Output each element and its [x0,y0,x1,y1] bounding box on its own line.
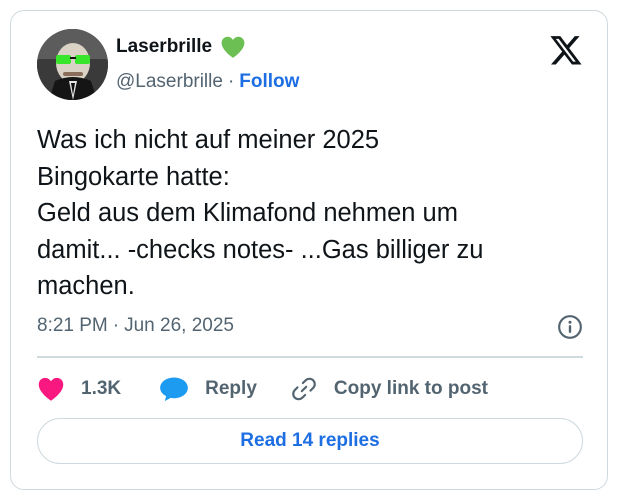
tweet-time: 8:21 PM [37,315,108,336]
tweet-text: Was ich nicht auf meiner 2025 Bingokarte… [37,122,587,305]
tweet-card: Laserbrille @Laserbrille · Follow Was ic… [10,10,608,490]
reply-label: Reply [205,378,257,399]
like-button[interactable]: 1.3K [37,376,121,402]
read-replies-button[interactable]: Read 14 replies [37,418,583,464]
avatar-image [37,29,108,100]
follow-button[interactable]: Follow [239,71,299,93]
display-name[interactable]: Laserbrille [116,36,212,58]
info-icon[interactable] [557,314,583,345]
tweet-text-line: Was ich nicht auf meiner 2025 [37,126,380,154]
tweet-text-line: Geld aus dem Klimafond nehmen um [37,199,458,227]
action-bar: 1.3K Reply Copy link to post [37,374,488,404]
author-handle[interactable]: @Laserbrille [116,71,223,93]
read-replies-label: Read 14 replies [240,430,380,451]
author-name-row: Laserbrille [116,35,246,59]
avatar[interactable] [37,29,108,100]
tweet-text-line: Bingokarte hatte: [37,162,230,191]
tweet-timestamp[interactable]: 8:21 PM · Jun 26, 2025 [37,315,234,337]
author-handle-row: @Laserbrille · Follow [116,71,299,93]
tweet-date: Jun 26, 2025 [124,315,234,336]
copy-link-button[interactable]: Copy link to post [291,376,488,402]
green-heart-icon [220,35,246,59]
x-logo-icon[interactable] [549,35,583,72]
like-count: 1.3K [81,378,122,399]
tweet-text-line: machen. [37,272,135,300]
reply-bubble-icon [159,376,189,402]
handle-separator: · [227,71,235,92]
tweet-text-line: damit... -checks notes- ...Gas billiger … [37,235,484,264]
divider [37,356,583,358]
heart-icon [37,376,65,402]
copy-link-label: Copy link to post [333,378,488,399]
link-icon [291,376,317,402]
reply-button[interactable]: Reply [159,376,257,402]
timestamp-separator: · [112,315,120,336]
